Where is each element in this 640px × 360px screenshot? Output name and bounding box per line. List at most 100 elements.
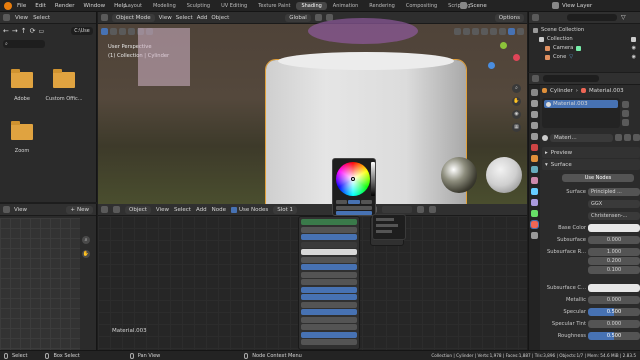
node-socket[interactable] [301,264,357,270]
tab-layout[interactable]: Layout [120,2,147,10]
visibility-icon[interactable] [454,27,461,35]
use-nodes-button[interactable]: Use Nodes [562,174,634,182]
file-browser-view-menu[interactable]: View [15,15,28,21]
tab-uv-editing[interactable]: UV Editing [216,2,252,10]
file-browser-select-menu[interactable]: Select [33,15,50,21]
color-cursor[interactable] [351,177,355,181]
subsurface-method-dropdown[interactable]: Christensen-... [588,212,640,220]
object-tab-icon[interactable] [531,155,538,162]
tab-animation[interactable]: Animation [328,2,364,10]
tab-shading[interactable]: Shading [296,2,327,10]
file-item-custom-office[interactable]: Custom Offic... [44,69,84,102]
viewport-menu-add[interactable]: Add [197,15,208,21]
file-item-zoom[interactable]: Zoom [8,121,36,154]
file-search-input[interactable]: ⌕ [3,39,45,48]
dropdown-item[interactable] [376,230,392,233]
node-socket[interactable] [301,331,357,338]
shading-solid-icon[interactable] [499,27,506,35]
gizmo-y-axis[interactable] [500,42,507,49]
modifier-tab-icon[interactable] [531,166,538,173]
node-socket[interactable] [301,226,357,233]
node-menu-view[interactable]: View [156,207,169,213]
render-tab-icon[interactable] [531,100,538,107]
material-tab-icon[interactable] [530,220,539,229]
node-socket[interactable] [301,309,357,315]
node-socket[interactable] [301,324,357,330]
path-field[interactable]: C:\Use [71,27,93,35]
select-tool-icon[interactable] [101,27,108,35]
material-name-field[interactable] [382,206,413,213]
viewport-3d[interactable]: Object Mode View Select Add Object Globa… [98,12,527,204]
tab-compositing[interactable]: Compositing [401,2,442,10]
subsurface-field[interactable]: 0.000 [588,236,640,244]
shading-wireframe-icon[interactable] [490,27,497,35]
slot-specials-icon[interactable] [622,118,629,126]
material-browse-icon[interactable] [542,134,548,141]
fake-user-icon[interactable] [417,206,425,213]
shader-object-dropdown[interactable]: Object [125,205,151,214]
eye-icon[interactable]: ◉ [632,44,636,53]
context-dropdown[interactable] [372,214,406,240]
data-tab-icon[interactable] [531,210,538,217]
editor-type-icon[interactable] [532,14,539,21]
node-socket[interactable] [301,271,357,278]
parent-dir-icon[interactable]: ↑ [21,27,27,35]
menu-file[interactable]: File [17,3,26,9]
transform-orientation-dropdown[interactable]: Global [285,13,311,22]
scene-selector[interactable]: Scene [460,2,487,9]
editor-type-icon[interactable] [101,206,108,213]
unlink-icon[interactable] [633,134,640,141]
node-socket[interactable] [301,294,357,300]
select-box-icon[interactable] [110,27,117,35]
filter-icon[interactable]: ▽ [621,14,626,21]
xray-icon[interactable] [481,27,488,35]
blender-logo-icon[interactable] [4,2,12,10]
shader-editor[interactable]: Object View Select Add Node Use Nodes Sl… [98,204,527,350]
editor-type-icon[interactable] [101,14,108,21]
viewport-menu-select[interactable]: Select [176,15,193,21]
shading-rendered-icon[interactable] [517,27,524,35]
new-folder-icon[interactable]: ▭ [39,28,45,35]
particles-tab-icon[interactable] [531,177,538,184]
subsurface-color-swatch[interactable] [588,284,640,292]
node-socket[interactable] [301,339,357,345]
menu-edit[interactable]: Edit [35,3,46,9]
image-editor-view-menu[interactable]: View [14,207,27,213]
node-socket[interactable] [301,279,357,285]
tab-sculpting[interactable]: Sculpting [182,2,215,10]
image-canvas[interactable] [0,218,80,350]
subsurface-radius-z-field[interactable]: 0.100 [588,266,640,274]
tab-rendering[interactable]: Rendering [364,2,400,10]
metallic-field[interactable]: 0.000 [588,296,640,304]
dropdown-item[interactable] [376,218,394,221]
zoom-icon[interactable]: ⌕ [512,84,521,93]
properties-search[interactable] [543,75,599,82]
node-socket[interactable] [301,316,357,323]
navigation-gizmo[interactable] [486,40,522,76]
color-mode-tab[interactable] [336,200,348,204]
specular-tint-field[interactable]: 0.000 [588,320,640,328]
principled-bsdf-node[interactable] [298,216,360,350]
node-socket[interactable] [301,241,357,248]
checkbox-icon[interactable] [631,37,636,42]
distribution-dropdown[interactable]: GGX [588,200,640,208]
node-socket[interactable] [301,256,357,263]
view-layer-tab-icon[interactable] [531,122,538,129]
file-item-adobe[interactable]: Adobe [8,69,36,102]
overlay-icon[interactable] [472,27,479,35]
gizmo-z-axis[interactable] [488,62,495,69]
node-socket[interactable] [301,249,357,255]
slot-dropdown[interactable]: Slot 1 [273,205,298,214]
specular-field[interactable]: 0.500 [588,308,640,316]
node-menu-add[interactable]: Add [196,207,207,213]
texture-tab-icon[interactable] [531,232,538,239]
editor-type-icon[interactable] [3,14,10,21]
shading-material-icon[interactable] [508,27,515,35]
value-slider[interactable] [371,162,375,196]
tab-modeling[interactable]: Modeling [148,2,181,10]
pin-icon[interactable] [429,206,437,213]
outliner-item-scene-collection[interactable]: Scene Collection [533,26,636,35]
base-color-swatch[interactable] [588,224,640,232]
gizmo-x-axis[interactable] [513,54,520,61]
options-dropdown[interactable]: Options [494,13,524,22]
